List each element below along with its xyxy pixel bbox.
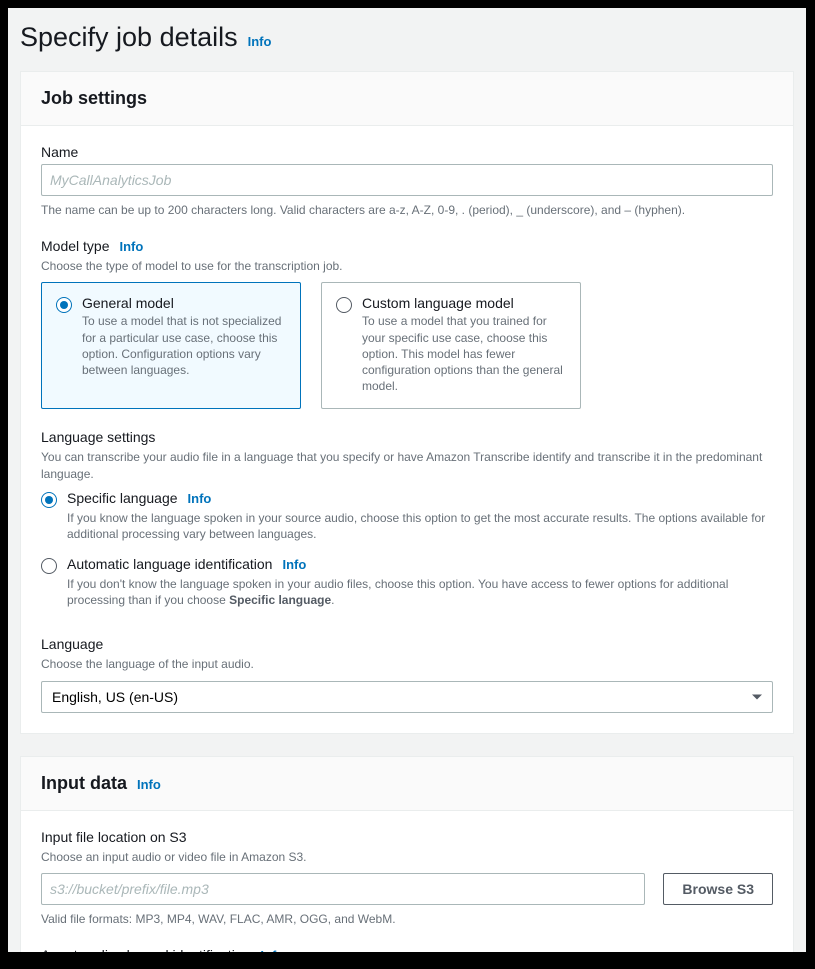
input-data-info-link[interactable]: Info	[137, 777, 161, 792]
model-type-info-link[interactable]: Info	[119, 239, 143, 254]
name-field: Name The name can be up to 200 character…	[41, 144, 773, 218]
specific-lang-info-link[interactable]: Info	[188, 491, 212, 506]
model-custom-tile[interactable]: Custom language model To use a model tha…	[321, 282, 581, 409]
language-select[interactable]: English, US (en-US)	[41, 681, 773, 713]
language-settings-desc: You can transcribe your audio file in a …	[41, 449, 773, 481]
input-data-header: Input data Info	[21, 757, 793, 811]
file-location-field: Input file location on S3 Choose an inpu…	[41, 829, 773, 927]
auto-lang-info-link[interactable]: Info	[282, 557, 306, 572]
auto-lang-title: Automatic language identification	[67, 556, 272, 572]
name-input[interactable]	[41, 164, 773, 196]
radio-icon	[41, 492, 57, 508]
model-type-label: Model type	[41, 238, 109, 254]
name-label: Name	[41, 144, 773, 160]
language-field: Language Choose the language of the inpu…	[41, 636, 773, 712]
language-settings-label: Language settings	[41, 429, 773, 445]
specific-language-radio[interactable]: Specific language Info If you know the l…	[41, 490, 773, 550]
language-value: English, US (en-US)	[52, 689, 178, 705]
radio-icon	[336, 297, 352, 313]
file-location-label: Input file location on S3	[41, 829, 773, 845]
name-hint: The name can be up to 200 characters lon…	[41, 202, 773, 218]
model-general-tile[interactable]: General model To use a model that is not…	[41, 282, 301, 409]
browse-s3-button[interactable]: Browse S3	[663, 873, 773, 905]
language-desc: Choose the language of the input audio.	[41, 656, 773, 672]
model-custom-title: Custom language model	[362, 295, 566, 311]
agent-channel-field: Agent audio channel identification Info …	[41, 947, 773, 952]
auto-lang-desc: If you don't know the language spoken in…	[67, 576, 773, 608]
input-data-title: Input data	[41, 773, 127, 794]
job-settings-header: Job settings	[21, 72, 793, 126]
file-location-hint: Valid file formats: MP3, MP4, WAV, FLAC,…	[41, 911, 773, 927]
specific-lang-title: Specific language	[67, 490, 178, 506]
input-data-panel: Input data Info Input file location on S…	[20, 756, 794, 952]
model-type-desc: Choose the type of model to use for the …	[41, 258, 773, 274]
model-general-title: General model	[82, 295, 286, 311]
radio-icon	[56, 297, 72, 313]
specific-lang-desc: If you know the language spoken in your …	[67, 510, 773, 542]
radio-icon	[41, 558, 57, 574]
model-general-desc: To use a model that is not specialized f…	[82, 313, 286, 378]
file-location-input[interactable]	[41, 873, 645, 905]
model-type-field: Model type Info Choose the type of model…	[41, 238, 773, 409]
page-title: Specify job details	[20, 22, 238, 53]
agent-channel-info-link[interactable]: Info	[260, 948, 284, 952]
model-custom-desc: To use a model that you trained for your…	[362, 313, 566, 394]
job-settings-panel: Job settings Name The name can be up to …	[20, 71, 794, 734]
auto-language-radio[interactable]: Automatic language identification Info I…	[41, 556, 773, 616]
language-settings-field: Language settings You can transcribe you…	[41, 429, 773, 616]
page-info-link[interactable]: Info	[248, 34, 272, 49]
file-location-desc: Choose an input audio or video file in A…	[41, 849, 773, 865]
language-label: Language	[41, 636, 773, 652]
page-header: Specify job details Info	[8, 8, 806, 71]
job-settings-title: Job settings	[41, 88, 147, 109]
agent-channel-label: Agent audio channel identification	[41, 947, 250, 952]
chevron-down-icon	[752, 694, 762, 699]
